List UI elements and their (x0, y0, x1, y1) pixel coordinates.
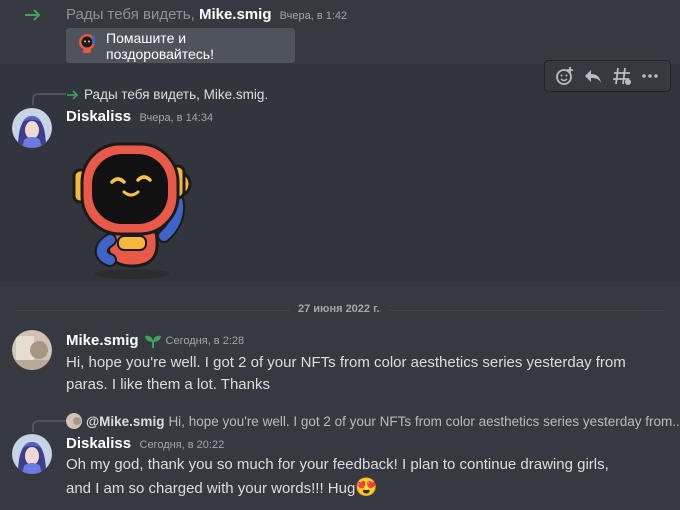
join-arrow-icon (67, 89, 79, 100)
message-timestamp: Вчера, в 14:34 (139, 112, 214, 124)
message-text: Oh my god, thank you so much for your fe… (66, 456, 609, 497)
join-username[interactable]: Mike.smig (199, 6, 272, 23)
reply-mention[interactable]: @Mike.smig (86, 414, 164, 429)
more-icon[interactable] (638, 64, 662, 88)
create-thread-icon[interactable] (610, 64, 634, 88)
heart-eyes-emoji: 😍 (355, 477, 378, 497)
reply-preview[interactable]: @Mike.smig Hi, hope you're well. I got 2… (66, 413, 680, 429)
reply-icon[interactable] (581, 64, 605, 88)
wave-sticker-icon (76, 32, 98, 59)
message-header: Diskaliss Вчера, в 14:34 (66, 108, 213, 126)
reply-spine (32, 420, 66, 432)
reply-spine (32, 93, 66, 105)
join-greeting: Рады тебя видеть, (66, 6, 195, 23)
wave-button[interactable]: Помашите и поздоровайтесь! (66, 28, 295, 63)
author-name[interactable]: Diskaliss (66, 108, 131, 125)
sprout-icon (144, 333, 162, 349)
reply-preview-text: Рады тебя видеть, Mike.smig. (84, 87, 269, 102)
message-timestamp: Сегодня, в 20:22 (139, 439, 225, 451)
wumpus-robot-wave-sticker[interactable] (66, 136, 196, 282)
message-header: Diskaliss Сегодня, в 20:22 (66, 435, 224, 453)
reply-preview-text: Hi, hope you're well. I got 2 of your NF… (168, 413, 680, 429)
join-arrow-icon (24, 6, 42, 24)
message-content: Oh my god, thank you so much for your fe… (66, 454, 636, 500)
message-header: Mike.smig Сегодня, в 2:28 (66, 332, 244, 349)
reply-preview[interactable]: Рады тебя видеть, Mike.smig. (66, 87, 268, 102)
avatar[interactable] (12, 434, 52, 474)
avatar (66, 413, 82, 429)
system-join-message: Рады тебя видеть, Mike.smig Вчера, в 1:4… (66, 6, 347, 23)
date-divider-label: 27 июня 2022 г. (290, 303, 388, 315)
message-toolbar (544, 60, 671, 92)
avatar[interactable] (12, 330, 52, 370)
join-timestamp: Вчера, в 1:42 (279, 10, 348, 22)
author-name[interactable]: Mike.smig (66, 332, 139, 349)
message-timestamp: Сегодня, в 2:28 (165, 334, 245, 347)
wave-button-label: Помашите и поздоровайтесь! (106, 29, 214, 62)
author-name[interactable]: Diskaliss (66, 435, 131, 452)
avatar[interactable] (12, 108, 52, 148)
add-reaction-icon[interactable] (553, 64, 577, 88)
message-content: Hi, hope you're well. I got 2 of your NF… (66, 354, 626, 393)
